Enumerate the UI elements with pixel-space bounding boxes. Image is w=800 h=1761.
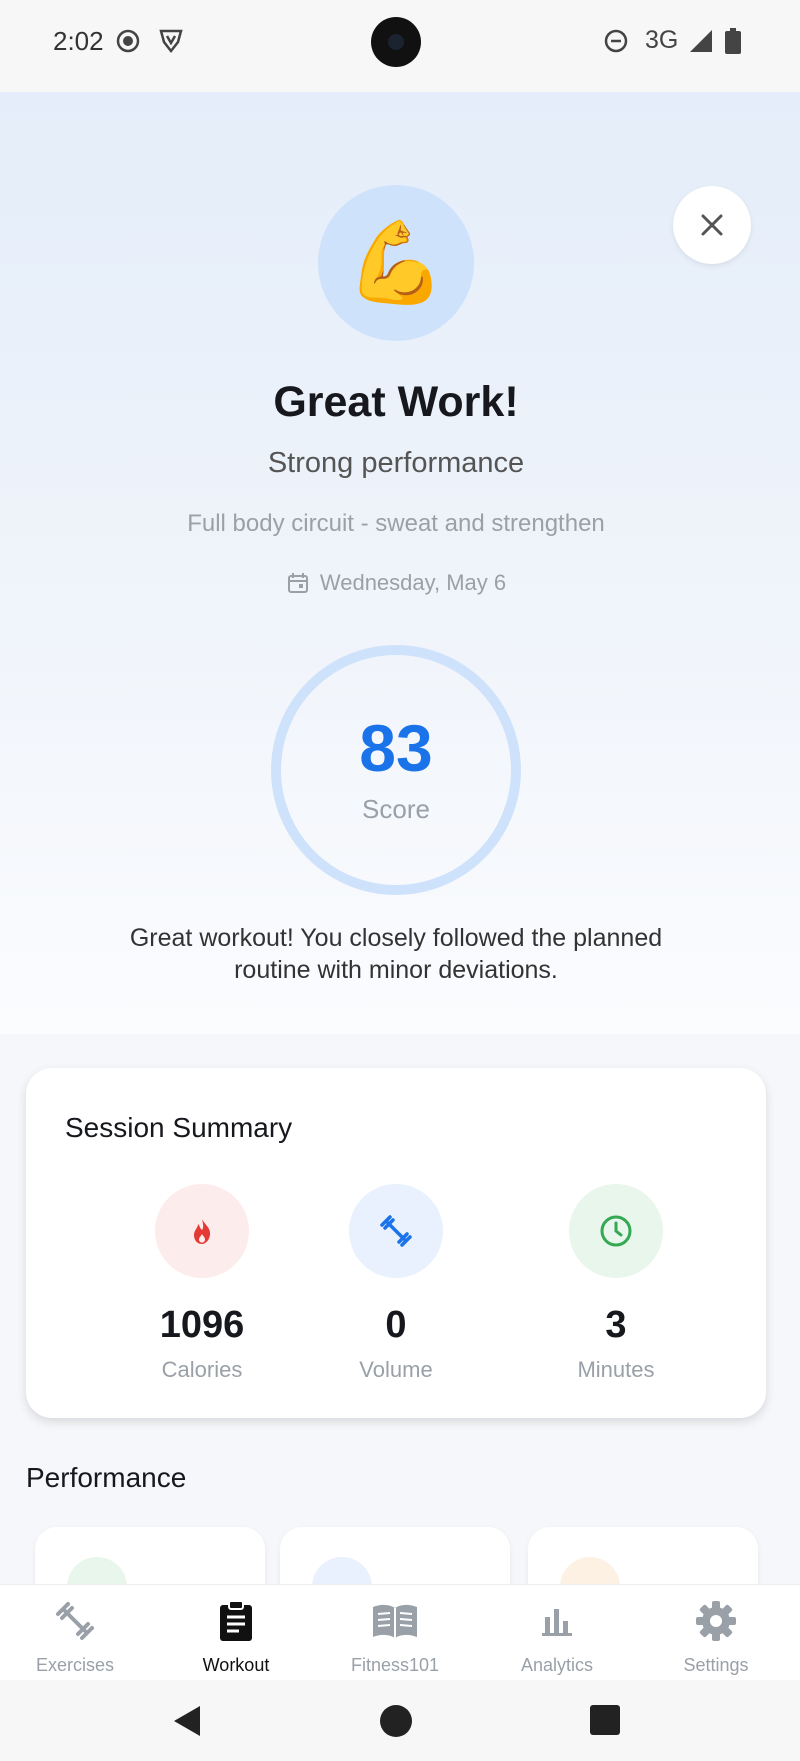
flexed-bicep-icon: 💪	[318, 185, 474, 341]
back-icon[interactable]	[170, 1704, 204, 1743]
dnd-icon	[603, 28, 629, 59]
close-button[interactable]	[673, 186, 751, 264]
nav-label: Settings	[683, 1655, 749, 1675]
gear-icon	[646, 1599, 786, 1643]
nav-item-fitness101[interactable]: Fitness101	[325, 1599, 465, 1676]
bottom-navigation: Exercises Workout Fitness101 Analytics S…	[0, 1584, 800, 1680]
nav-label: Exercises	[35, 1655, 115, 1675]
hero-emoji: 💪	[346, 218, 446, 307]
network-type: 3G	[645, 26, 679, 54]
flame-icon	[155, 1184, 249, 1278]
home-icon[interactable]	[379, 1704, 413, 1743]
nav-item-analytics[interactable]: Analytics	[487, 1599, 627, 1676]
clipboard-icon	[166, 1599, 306, 1643]
performance-subtitle: Strong performance	[267, 447, 525, 479]
status-time: 2:02	[53, 26, 104, 56]
minutes-stat: 3 Minutes	[536, 1184, 696, 1383]
minutes-label: Minutes	[577, 1357, 655, 1382]
nav-item-exercises[interactable]: Exercises	[5, 1599, 145, 1676]
date-text: Wednesday, May 6	[319, 570, 507, 595]
calories-label: Calories	[161, 1357, 243, 1382]
dumbbell-icon	[349, 1184, 443, 1278]
minutes-value: 3	[605, 1304, 627, 1346]
record-icon	[115, 28, 141, 59]
status-bar: 2:02 3G	[0, 0, 800, 92]
workout-description: Full body circuit - sweat and strengthen	[187, 510, 605, 537]
signal-icon	[688, 28, 714, 59]
vpn-shield-icon	[158, 28, 184, 59]
battery-icon	[724, 28, 742, 59]
performance-title: Performance	[26, 1462, 187, 1493]
nav-item-workout[interactable]: Workout	[166, 1599, 306, 1676]
front-camera	[371, 17, 421, 67]
feedback-text: Great workout! You closely followed the …	[129, 924, 663, 984]
workout-date: Wednesday, May 6	[0, 570, 792, 596]
system-navigation-bar	[0, 1680, 800, 1761]
nav-label: Workout	[202, 1655, 270, 1675]
page-title: Great Work!	[273, 378, 519, 426]
volume-value: 0	[385, 1304, 407, 1346]
score-value: 83	[359, 711, 433, 785]
volume-label: Volume	[359, 1357, 433, 1382]
dumbbell-icon	[5, 1599, 145, 1643]
calories-value: 1096	[159, 1304, 245, 1346]
book-icon	[325, 1599, 465, 1643]
volume-stat: 0 Volume	[316, 1184, 476, 1383]
clock-icon	[569, 1184, 663, 1278]
session-summary-card: Session Summary 1096 Calories 0 Volume 3…	[26, 1068, 766, 1418]
recents-icon[interactable]	[589, 1704, 621, 1741]
nav-label: Analytics	[520, 1655, 594, 1675]
nav-item-settings[interactable]: Settings	[646, 1599, 786, 1676]
calendar-icon	[287, 573, 308, 593]
bar-chart-icon	[487, 1599, 627, 1643]
nav-label: Fitness101	[350, 1655, 440, 1675]
close-icon	[701, 214, 723, 236]
session-summary-title: Session Summary	[65, 1112, 293, 1143]
score-label: Score	[362, 794, 430, 824]
calories-stat: 1096 Calories	[122, 1184, 282, 1383]
